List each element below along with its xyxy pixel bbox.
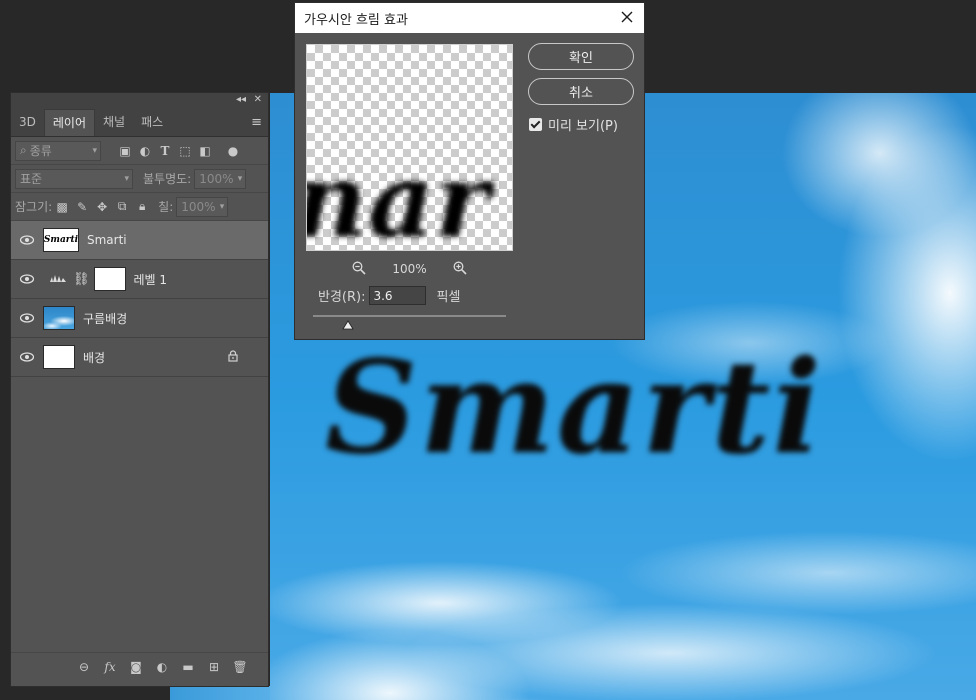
- eye-icon[interactable]: [11, 313, 43, 323]
- panel-grip[interactable]: ◂◂ ✕: [11, 93, 268, 109]
- eye-icon[interactable]: [11, 352, 43, 362]
- layer-name: 레벨 1: [133, 272, 168, 287]
- layer-thumbnail: [43, 306, 75, 330]
- blur-preview[interactable]: nar: [306, 44, 513, 251]
- shape-filter-icon[interactable]: ⬚: [175, 141, 195, 161]
- adjustment-layer-icon[interactable]: ◐: [152, 657, 172, 677]
- close-icon[interactable]: [619, 9, 635, 25]
- lock-all-icon[interactable]: 🔒︎: [132, 197, 152, 217]
- type-filter-icon[interactable]: T: [155, 141, 175, 161]
- fx-icon[interactable]: fx: [100, 657, 120, 677]
- layers-panel: ◂◂ ✕ 3D 레이어 채널 패스 ≡ ⌕ 종류 ▾ ▣ ◐ T ⬚ ◧ ● 표…: [10, 92, 269, 687]
- chevron-down-icon: ▾: [124, 173, 129, 184]
- fill-label: 칠:: [158, 200, 174, 214]
- cancel-button[interactable]: 취소: [528, 78, 634, 105]
- gaussian-blur-dialog: 가우시안 흐림 효과 nar 확인 취소 미리 보기(P) 100% 반경(R)…: [294, 2, 645, 340]
- lock-label: 잠그기:: [15, 200, 53, 214]
- zoom-in-icon[interactable]: [453, 261, 467, 278]
- tab-channels[interactable]: 채널: [95, 109, 133, 136]
- chevron-down-icon: ▾: [237, 173, 243, 184]
- smart-object-filter-icon[interactable]: ◧: [195, 141, 215, 161]
- layer-row-cloud-bg[interactable]: 구름배경: [11, 299, 268, 338]
- close-panel-icon[interactable]: ✕: [254, 94, 262, 105]
- panel-tabs: 3D 레이어 채널 패스 ≡: [11, 109, 268, 137]
- preview-checkbox-row[interactable]: 미리 보기(P): [529, 115, 618, 134]
- eye-icon[interactable]: [11, 274, 43, 284]
- tab-3d[interactable]: 3D: [11, 109, 44, 136]
- radius-slider-thumb[interactable]: [342, 319, 354, 330]
- layer-list: Smarti Smarti ⛓ 레벨 1 구름배경 배경: [11, 221, 268, 377]
- radius-unit: 픽셀: [436, 290, 461, 305]
- radius-input[interactable]: [369, 286, 427, 305]
- layer-mask-thumbnail[interactable]: [93, 267, 126, 291]
- ok-button[interactable]: 확인: [528, 43, 634, 70]
- new-layer-icon[interactable]: ⊞: [204, 657, 224, 677]
- filter-kind-select[interactable]: ⌕ 종류 ▾: [15, 140, 101, 161]
- chevron-down-icon: ▾: [219, 201, 225, 212]
- adjustment-filter-icon[interactable]: ◐: [135, 141, 155, 161]
- radius-label: 반경(R):: [318, 290, 366, 305]
- panel-menu-icon[interactable]: ≡: [251, 115, 262, 130]
- radius-slider-track[interactable]: [313, 315, 506, 317]
- opacity-label: 불투명도:: [143, 172, 192, 186]
- lock-transparent-icon[interactable]: ▩: [52, 197, 72, 217]
- tab-paths[interactable]: 패스: [133, 109, 171, 136]
- layer-row-background[interactable]: 배경: [11, 338, 268, 377]
- folder-icon[interactable]: ▬: [178, 657, 198, 677]
- levels-histogram-icon: [49, 272, 69, 286]
- add-mask-icon[interactable]: ◙: [126, 657, 146, 677]
- filter-toggle-icon[interactable]: ●: [223, 141, 243, 161]
- lock-row: 잠그기: ▩ ✎ ✥ ⧉ 🔒︎ 칠: 100% ▾: [11, 193, 268, 221]
- layer-row-levels[interactable]: ⛓ 레벨 1: [11, 260, 268, 299]
- canvas-blurred-text: Smarti: [325, 333, 823, 483]
- collapse-icon[interactable]: ◂◂: [236, 94, 246, 105]
- layer-filter-row: ⌕ 종류 ▾ ▣ ◐ T ⬚ ◧ ●: [11, 137, 268, 165]
- lock-icon: [228, 350, 238, 365]
- dialog-titlebar[interactable]: 가우시안 흐림 효과: [295, 3, 644, 33]
- lock-image-icon[interactable]: ✎: [72, 197, 92, 217]
- eye-icon[interactable]: [11, 235, 43, 245]
- layer-name: 구름배경: [83, 311, 128, 326]
- lock-artboard-icon[interactable]: ⧉: [112, 197, 132, 217]
- layer-row-smarti[interactable]: Smarti Smarti: [11, 221, 268, 260]
- link-icon[interactable]: ⛓: [73, 272, 90, 287]
- layer-name: 배경: [83, 350, 106, 365]
- panel-footer: ⊖ fx ◙ ◐ ▬ ⊞ 🗑︎: [11, 652, 268, 680]
- fill-field[interactable]: 100% ▾: [176, 196, 229, 217]
- canvas-edge-strip: [170, 686, 270, 700]
- chevron-down-icon: ▾: [92, 145, 97, 156]
- trash-icon[interactable]: 🗑︎: [230, 657, 250, 677]
- blend-row: 표준 ▾ 불투명도: 100% ▾: [11, 165, 268, 193]
- zoom-level: 100%: [392, 262, 427, 276]
- preview-text: nar: [306, 141, 490, 251]
- blend-mode-select[interactable]: 표준 ▾: [15, 168, 133, 189]
- pixel-filter-icon[interactable]: ▣: [115, 141, 135, 161]
- tab-layers[interactable]: 레이어: [43, 109, 95, 136]
- preview-checkbox[interactable]: [529, 118, 542, 131]
- layer-thumbnail: [43, 345, 75, 369]
- layer-name: Smarti: [87, 233, 127, 247]
- opacity-field[interactable]: 100% ▾: [194, 168, 247, 189]
- layer-thumbnail: Smarti: [43, 228, 79, 252]
- preview-checkbox-label: 미리 보기(P): [548, 119, 618, 134]
- dialog-title: 가우시안 흐림 효과: [304, 12, 408, 28]
- radius-row: 반경(R): 픽셀: [318, 286, 460, 305]
- link-layers-icon[interactable]: ⊖: [74, 657, 94, 677]
- lock-position-icon[interactable]: ✥: [92, 197, 112, 217]
- zoom-controls: 100%: [306, 259, 513, 279]
- search-icon: ⌕: [20, 143, 27, 157]
- zoom-out-icon[interactable]: [352, 261, 366, 278]
